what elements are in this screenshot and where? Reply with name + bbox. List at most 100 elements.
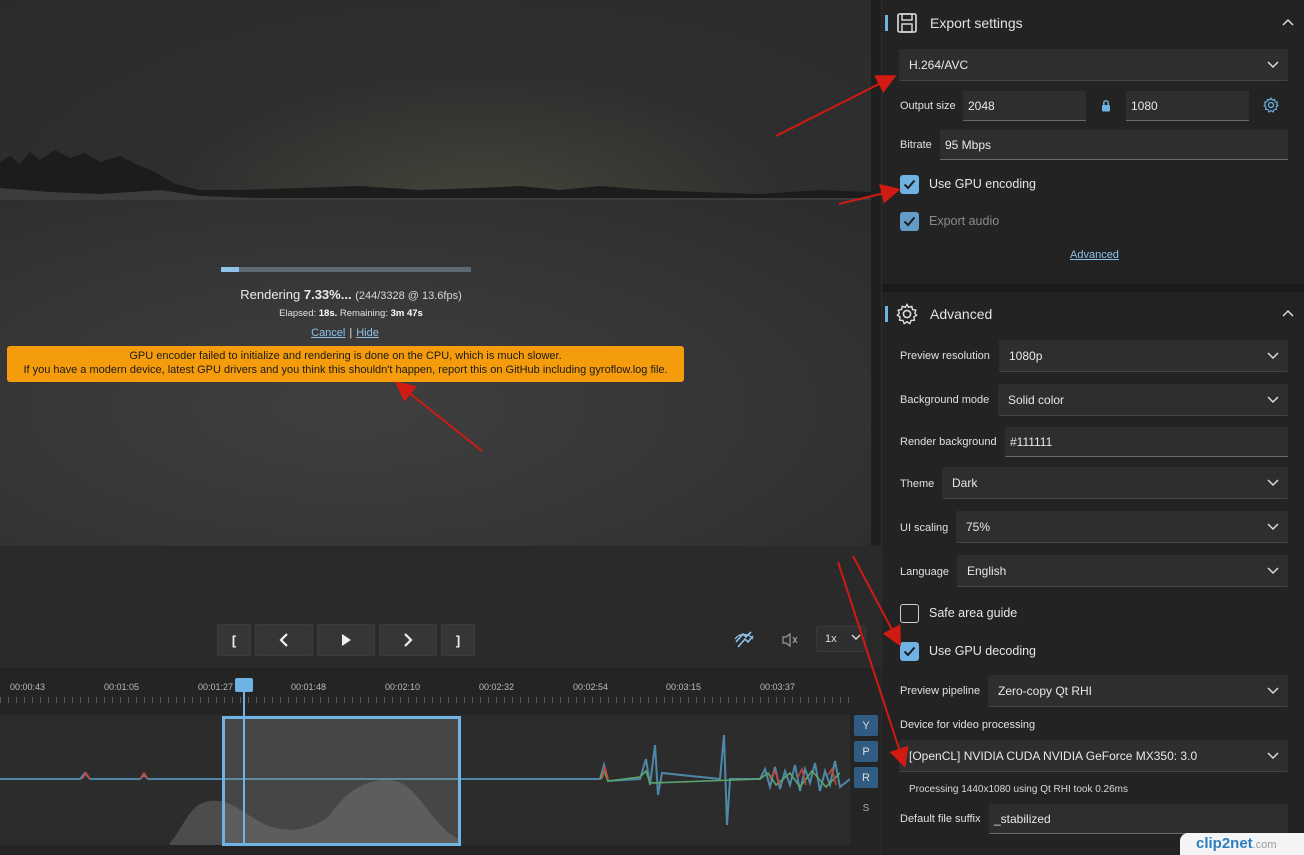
background-mode-label: Background mode xyxy=(900,394,990,406)
use-gpu-decoding-label[interactable]: Use GPU decoding xyxy=(929,644,1036,658)
chevron-down-icon xyxy=(1267,396,1279,404)
render-times: Elapsed: 18s. Remaining: 3m 47s xyxy=(0,308,702,319)
output-size-label: Output size xyxy=(900,100,956,112)
render-progress-bar xyxy=(221,267,471,272)
safe-area-guide-label[interactable]: Safe area guide xyxy=(929,606,1017,620)
output-width-input[interactable]: 2048 xyxy=(963,91,1086,121)
play-button[interactable] xyxy=(317,624,375,656)
video-preview[interactable]: Rendering 7.33%... (244/3328 @ 13.6fps) … xyxy=(0,0,871,546)
render-background-label: Render background xyxy=(900,436,997,448)
playhead-handle[interactable] xyxy=(235,678,253,692)
timeline-tick: 00:00:43 xyxy=(10,682,46,692)
checkmark-icon xyxy=(903,216,916,227)
render-progress-fill xyxy=(221,267,240,272)
use-gpu-decoding-checkbox[interactable] xyxy=(900,642,919,661)
chevron-down-icon xyxy=(1267,352,1279,360)
export-settings-title: Export settings xyxy=(930,15,1023,31)
export-audio-checkbox[interactable] xyxy=(900,212,919,231)
render-links: Cancel | Hide xyxy=(0,327,690,339)
export-audio-label[interactable]: Export audio xyxy=(929,214,999,228)
playback-controls: [ ] 1x xyxy=(0,546,881,668)
settings-panel: Export settings H.264/AVC Output size 20… xyxy=(881,0,1304,855)
processing-info: Processing 1440x1080 using Qt RHI took 0… xyxy=(909,784,1129,795)
advanced-link[interactable]: Advanced xyxy=(1070,249,1119,261)
set-trim-start-button[interactable]: [ xyxy=(217,624,251,656)
chevron-down-icon xyxy=(1267,567,1279,575)
set-trim-end-button[interactable]: ] xyxy=(441,624,475,656)
axis-toggle-p[interactable]: P xyxy=(854,741,878,762)
mute-icon[interactable] xyxy=(781,632,799,648)
safe-area-guide-checkbox[interactable] xyxy=(900,604,919,623)
export-settings-header[interactable]: Export settings xyxy=(882,1,1304,45)
hide-render-link[interactable]: Hide xyxy=(356,327,379,339)
section-accent-bar xyxy=(885,306,888,322)
render-background-input[interactable]: #111111 xyxy=(1005,427,1288,457)
device-label: Device for video processing xyxy=(900,719,1036,731)
section-accent-bar xyxy=(885,15,888,31)
chevron-down-icon xyxy=(1267,523,1279,531)
preview-resolution-select[interactable]: 1080p xyxy=(999,340,1288,372)
preview-pipeline-select[interactable]: Zero-copy Qt RHI xyxy=(988,675,1288,707)
language-select[interactable]: English xyxy=(957,555,1288,587)
render-overlay: Rendering 7.33%... (244/3328 @ 13.6fps) … xyxy=(0,0,871,546)
chevron-left-icon xyxy=(279,633,288,647)
timeline[interactable]: 00:00:43 00:01:05 00:01:27 00:01:48 00:0… xyxy=(0,668,881,855)
bitrate-value: 95 Mbps xyxy=(945,137,992,152)
preview-pipeline-label: Preview pipeline xyxy=(900,685,981,697)
next-frame-button[interactable] xyxy=(379,624,437,656)
previous-frame-button[interactable] xyxy=(255,624,313,656)
ui-scaling-label: UI scaling xyxy=(900,522,949,534)
axis-toggle-s[interactable]: S xyxy=(854,798,878,818)
default-suffix-input[interactable]: _stabilized xyxy=(989,804,1288,834)
axis-toggle-r[interactable]: R xyxy=(854,767,878,788)
lock-icon[interactable] xyxy=(1101,99,1111,112)
render-frames: (244/3328 @ 13.6fps) xyxy=(355,290,462,302)
gear-icon[interactable] xyxy=(1263,97,1279,113)
trim-selection-range[interactable] xyxy=(222,716,461,846)
timeline-tick: 00:01:05 xyxy=(104,682,140,692)
chevron-up-icon[interactable] xyxy=(1282,17,1294,27)
warning-line-1: GPU encoder failed to initialize and ren… xyxy=(129,350,562,362)
playback-speed-select[interactable]: 1x xyxy=(816,626,866,652)
language-label: Language xyxy=(900,566,949,578)
warning-line-2: If you have a modern device, latest GPU … xyxy=(23,363,668,376)
default-suffix-value: _stabilized xyxy=(994,811,1051,826)
watermark-tld: .com xyxy=(1252,839,1277,851)
output-height-input[interactable]: 1080 xyxy=(1126,91,1249,121)
use-gpu-encoding-label[interactable]: Use GPU encoding xyxy=(929,177,1036,191)
chevron-down-icon xyxy=(851,634,861,640)
device-select[interactable]: [OpenCL] NVIDIA CUDA NVIDIA GeForce MX35… xyxy=(899,740,1288,772)
timeline-tick: 00:02:32 xyxy=(479,682,515,692)
chevron-up-icon[interactable] xyxy=(1282,308,1294,318)
default-suffix-label: Default file suffix xyxy=(900,813,981,825)
bitrate-input[interactable]: 95 Mbps xyxy=(940,130,1288,160)
timeline-tick: 00:01:48 xyxy=(291,682,327,692)
save-icon xyxy=(897,13,917,33)
timeline-ruler[interactable]: 00:00:43 00:01:05 00:01:27 00:01:48 00:0… xyxy=(0,668,850,713)
codec-value: H.264/AVC xyxy=(909,57,969,72)
timeline-tick: 00:02:10 xyxy=(385,682,421,692)
watermark-brand: clip2net xyxy=(1196,835,1253,852)
remaining-value: 3m 47s xyxy=(390,308,423,319)
cancel-render-link[interactable]: Cancel xyxy=(311,327,345,339)
theme-value: Dark xyxy=(952,475,978,490)
render-status: Rendering 7.33%... (244/3328 @ 13.6fps) xyxy=(0,287,702,302)
axis-toggle-y[interactable]: Y xyxy=(854,715,878,736)
ui-scaling-value: 75% xyxy=(966,519,991,534)
use-gpu-encoding-checkbox[interactable] xyxy=(900,175,919,194)
stabilization-toggle-icon[interactable] xyxy=(733,630,755,650)
checkmark-icon xyxy=(903,646,916,657)
theme-select[interactable]: Dark xyxy=(942,467,1288,499)
play-icon xyxy=(342,634,351,646)
preview-resolution-label: Preview resolution xyxy=(900,350,990,362)
advanced-header[interactable]: Advanced xyxy=(882,292,1304,336)
device-value: [OpenCL] NVIDIA CUDA NVIDIA GeForce MX35… xyxy=(909,748,1198,763)
timeline-tick: 00:02:54 xyxy=(573,682,609,692)
background-mode-select[interactable]: Solid color xyxy=(998,384,1288,416)
remaining-label: Remaining: xyxy=(339,308,388,319)
elapsed-value: 18s. xyxy=(318,308,338,319)
codec-select[interactable]: H.264/AVC xyxy=(899,49,1288,81)
checkmark-icon xyxy=(903,179,916,190)
output-height-value: 1080 xyxy=(1131,98,1158,113)
ui-scaling-select[interactable]: 75% xyxy=(956,511,1288,543)
